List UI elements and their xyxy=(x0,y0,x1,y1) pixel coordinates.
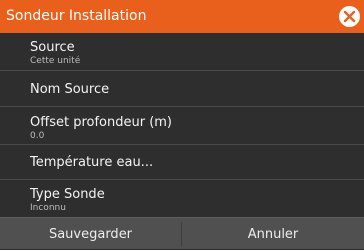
list-item-label: Température eau... xyxy=(30,155,154,170)
dialog-title: Sondeur Installation xyxy=(6,8,147,24)
list-item-value: Inconnu xyxy=(30,203,66,213)
save-button[interactable]: Sauvegarder xyxy=(0,218,181,250)
list-item-transducer-type[interactable]: Type Sonde Inconnu xyxy=(0,179,364,217)
list-item-source[interactable]: Source Cette unité xyxy=(0,33,364,70)
list-item-label: Source xyxy=(30,40,75,55)
list-item-source-name[interactable]: Nom Source xyxy=(0,70,364,106)
list-item-value: 0.0 xyxy=(30,131,45,141)
cancel-button[interactable]: Annuler xyxy=(182,218,364,250)
close-button[interactable] xyxy=(339,6,360,27)
list-item-depth-offset[interactable]: Offset profondeur (m) 0.0 xyxy=(0,106,364,144)
sonar-installation-dialog: Sondeur Installation Source Cette unité … xyxy=(0,0,364,249)
list-item-label: Offset profondeur (m) xyxy=(30,115,172,130)
list-item-value: Cette unité xyxy=(30,56,81,66)
settings-list: Source Cette unité Nom Source Offset pro… xyxy=(0,33,364,217)
dialog-titlebar: Sondeur Installation xyxy=(0,0,364,33)
list-item-water-temperature[interactable]: Température eau... xyxy=(0,144,364,179)
close-icon xyxy=(343,10,356,23)
dialog-footer: Sauvegarder Annuler xyxy=(0,217,364,249)
list-item-label: Type Sonde xyxy=(30,187,105,202)
list-item-label: Nom Source xyxy=(30,82,110,97)
